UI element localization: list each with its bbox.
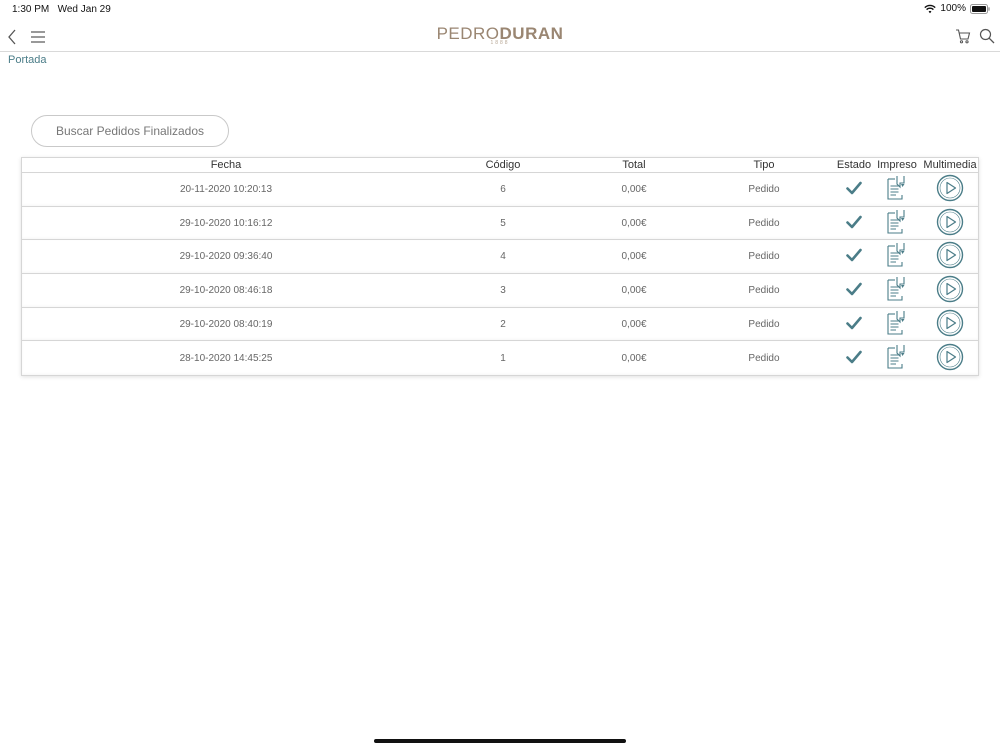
table-header: Fecha Código Total Tipo Estado Impreso M…: [22, 158, 978, 173]
cell-codigo: 3: [500, 284, 506, 296]
header-estado: Estado: [836, 159, 872, 171]
cell-total: 0,00€: [621, 251, 647, 263]
header-codigo: Código: [485, 159, 521, 171]
check-icon: [846, 248, 862, 265]
cell-tipo: Pedido: [748, 217, 780, 229]
check-icon: [846, 215, 862, 232]
cell-fecha: 28-10-2020 14:45:25: [179, 352, 273, 364]
cell-fecha: 29-10-2020 08:46:18: [179, 284, 273, 296]
cell-impreso: [872, 207, 922, 240]
cell-multimedia: [922, 173, 978, 206]
cell-estado: [836, 308, 872, 341]
cell-estado: [836, 240, 872, 273]
cell-codigo: 4: [500, 251, 506, 263]
cell-multimedia: [922, 341, 978, 375]
cell-impreso: [872, 341, 922, 375]
cart-icon[interactable]: [954, 27, 972, 45]
home-indicator: [374, 739, 626, 743]
document-icon[interactable]: [886, 310, 908, 339]
table-row[interactable]: 28-10-2020 14:45:25 1 0,00€ Pedido: [22, 341, 978, 375]
header-impreso: Impreso: [877, 159, 917, 171]
search-icon[interactable]: [978, 27, 996, 45]
cell-impreso: [872, 274, 922, 307]
table-row[interactable]: 20-11-2020 10:20:13 6 0,00€ Pedido: [22, 173, 978, 207]
check-icon: [846, 181, 862, 198]
play-icon[interactable]: [936, 275, 964, 306]
cell-fecha: 20-11-2020 10:20:13: [179, 183, 273, 195]
battery-percent: 100%: [940, 3, 966, 14]
orders-table: Fecha Código Total Tipo Estado Impreso M…: [21, 157, 979, 377]
cell-total: 0,00€: [621, 183, 647, 195]
cell-tipo: Pedido: [748, 318, 780, 330]
top-navbar: PEDRODURAN 1888: [0, 22, 1000, 52]
status-bar: 1:30 PM Wed Jan 29 100%: [0, 0, 1000, 18]
cell-tipo: Pedido: [748, 352, 780, 364]
cell-fecha: 29-10-2020 08:40:19: [179, 318, 273, 330]
cell-total: 0,00€: [621, 318, 647, 330]
cell-multimedia: [922, 240, 978, 273]
status-right: 100%: [924, 3, 990, 14]
table-row[interactable]: 29-10-2020 10:16:12 5 0,00€ Pedido: [22, 207, 978, 241]
cell-impreso: [872, 173, 922, 206]
table-row[interactable]: 29-10-2020 08:46:18 3 0,00€ Pedido: [22, 274, 978, 308]
cell-total: 0,00€: [621, 284, 647, 296]
breadcrumb-home[interactable]: Portada: [8, 54, 47, 66]
cell-multimedia: [922, 308, 978, 341]
cell-impreso: [872, 240, 922, 273]
cell-tipo: Pedido: [748, 284, 780, 296]
cell-impreso: [872, 308, 922, 341]
document-icon[interactable]: [886, 276, 908, 305]
document-icon[interactable]: [886, 344, 908, 373]
cell-estado: [836, 341, 872, 375]
cell-fecha: 29-10-2020 10:16:12: [179, 217, 273, 229]
play-icon[interactable]: [936, 309, 964, 340]
header-tipo: Tipo: [753, 159, 775, 171]
brand-sub-text: 1888: [490, 40, 510, 46]
check-icon: [846, 350, 862, 367]
table-row[interactable]: 29-10-2020 09:36:40 4 0,00€ Pedido: [22, 240, 978, 275]
cell-multimedia: [922, 274, 978, 307]
cell-codigo: 1: [500, 352, 506, 364]
battery-icon: [970, 3, 990, 14]
cell-estado: [836, 274, 872, 307]
document-icon[interactable]: [886, 209, 908, 238]
cell-total: 0,00€: [621, 352, 647, 364]
cell-codigo: 5: [500, 217, 506, 229]
cell-multimedia: [922, 207, 978, 240]
cell-codigo: 2: [500, 318, 506, 330]
check-icon: [846, 282, 862, 299]
status-time-value: 1:30 PM: [12, 4, 50, 15]
document-icon[interactable]: [886, 175, 908, 204]
cell-fecha: 29-10-2020 09:36:40: [179, 251, 273, 263]
cell-codigo: 6: [500, 183, 506, 195]
cell-total: 0,00€: [621, 217, 647, 229]
cell-estado: [836, 207, 872, 240]
play-icon[interactable]: [936, 208, 964, 239]
header-fecha: Fecha: [210, 159, 242, 171]
table-body: 20-11-2020 10:20:13 6 0,00€ Pedido 29-10-202…: [22, 173, 978, 375]
status-date: Wed Jan 29: [57, 4, 111, 15]
search-finished-orders-button[interactable]: Buscar Pedidos Finalizados: [31, 115, 229, 147]
cell-tipo: Pedido: [748, 251, 780, 263]
header-total: Total: [622, 159, 646, 171]
header-multimedia: Multimedia: [923, 159, 977, 171]
wifi-icon: [924, 4, 937, 13]
table-row[interactable]: 29-10-2020 08:40:19 2 0,00€ Pedido: [22, 308, 978, 342]
cell-tipo: Pedido: [748, 183, 780, 195]
play-icon[interactable]: [936, 174, 964, 205]
document-icon[interactable]: [886, 242, 908, 271]
cell-estado: [836, 173, 872, 206]
play-icon[interactable]: [936, 241, 964, 272]
status-time: 1:30 PM Wed Jan 29: [12, 4, 111, 15]
play-icon[interactable]: [936, 343, 964, 374]
check-icon: [846, 316, 862, 333]
